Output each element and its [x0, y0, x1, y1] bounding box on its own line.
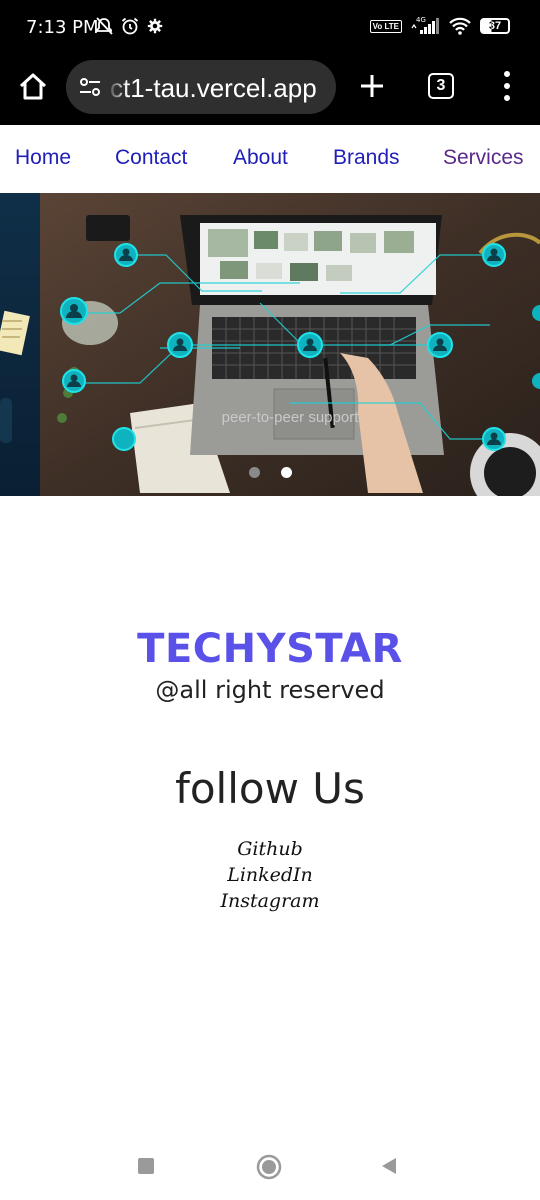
- browser-toolbar: ct1-tau.vercel.app 3: [0, 56, 540, 125]
- system-navigation-bar: [0, 1130, 540, 1200]
- nav-home[interactable]: Home: [15, 146, 71, 170]
- battery-level: 37: [488, 20, 502, 32]
- site-settings-icon[interactable]: [78, 76, 102, 98]
- svg-text:4G: 4G: [416, 16, 426, 24]
- image-carousel[interactable]: peer-to-peer support: [0, 193, 540, 496]
- status-bar: 7:13 PM Vo LTE 4G 37: [0, 0, 540, 56]
- settings-icon: [147, 18, 163, 34]
- overflow-menu-icon[interactable]: [497, 71, 517, 101]
- battery-icon: 37: [480, 18, 510, 34]
- volte-indicator: Vo LTE: [369, 19, 402, 33]
- back-icon[interactable]: [380, 1157, 398, 1175]
- url-text: ct1-tau.vercel.app: [110, 73, 317, 103]
- nav-about[interactable]: About: [233, 146, 288, 170]
- home-button-icon[interactable]: [256, 1154, 282, 1180]
- instagram-link[interactable]: Instagram: [0, 890, 540, 912]
- address-bar[interactable]: ct1-tau.vercel.app: [66, 60, 336, 114]
- carousel-indicator-1[interactable]: [249, 467, 260, 478]
- copyright-text: @all right reserved: [155, 676, 385, 704]
- carousel-slide-image: [40, 193, 540, 496]
- nav-contact[interactable]: Contact: [115, 146, 187, 170]
- github-link[interactable]: Github: [0, 838, 540, 860]
- carousel-indicator-2[interactable]: [281, 467, 292, 478]
- alarm-icon: [121, 17, 139, 35]
- previous-slide-peek: [0, 193, 40, 496]
- brand-name: TECHYSTAR: [137, 626, 403, 672]
- signal-icon: 4G: [411, 16, 439, 34]
- recent-apps-icon[interactable]: [137, 1157, 155, 1175]
- site-navigation: Home Contact About Brands Services: [0, 125, 540, 193]
- nav-services[interactable]: Services: [443, 146, 524, 170]
- wifi-icon: [449, 17, 471, 35]
- carousel-caption: peer-to-peer support: [221, 409, 359, 426]
- follow-heading: follow Us: [175, 764, 365, 813]
- tab-switcher-button[interactable]: 3: [428, 73, 454, 99]
- tab-count: 3: [436, 77, 446, 94]
- linkedin-link[interactable]: LinkedIn: [0, 864, 540, 886]
- notifications-off-icon: [96, 17, 113, 35]
- status-time: 7:13 PM: [26, 17, 99, 38]
- new-tab-icon[interactable]: [356, 70, 388, 102]
- home-icon[interactable]: [16, 70, 50, 104]
- nav-brands[interactable]: Brands: [333, 146, 400, 170]
